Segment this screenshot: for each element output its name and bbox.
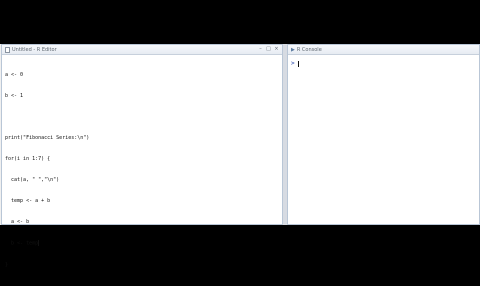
text-cursor: [38, 240, 40, 246]
code-line: b <- 1: [5, 93, 24, 99]
code-line: a <- b: [5, 219, 30, 225]
code-area[interactable]: a <- 0 b <- 1 print("Fibonacci Series:\n…: [2, 55, 282, 286]
console-title-bar[interactable]: ▶ R Console: [288, 45, 479, 55]
r-console-icon: ▶: [291, 46, 295, 53]
code-line: cat(a, " ","\n"): [5, 177, 60, 183]
editor-window-controls: – □ ×: [257, 46, 280, 53]
code-line: }: [5, 261, 9, 268]
code-line: print("Fibonacci Series:\n"): [5, 135, 90, 141]
code-line-with-cursor: b <- temp: [5, 240, 279, 248]
r-gui-workspace: Untitled - R Editor – □ × a <- 0 b <- 1 …: [0, 44, 480, 268]
r-editor-window[interactable]: Untitled - R Editor – □ × a <- 0 b <- 1 …: [1, 44, 283, 268]
maximize-button[interactable]: □: [265, 46, 272, 53]
code-line: temp <- a + b: [5, 198, 51, 204]
code-line: a <- 0: [5, 72, 24, 78]
minimize-button[interactable]: –: [257, 46, 264, 53]
close-button[interactable]: ×: [273, 46, 280, 53]
console-title: R Console: [296, 46, 322, 53]
editor-title-bar[interactable]: Untitled - R Editor – □ ×: [2, 45, 282, 55]
editor-title: Untitled - R Editor: [12, 46, 57, 53]
console-cursor: [297, 60, 299, 67]
code-line: for(i in 1:7) {: [5, 156, 51, 162]
console-input-line[interactable]: >: [288, 55, 479, 72]
code-line: b <- temp: [5, 240, 39, 247]
console-prompt: >: [291, 60, 295, 67]
r-console-window[interactable]: ▶ R Console >: [287, 44, 480, 225]
document-icon: [5, 46, 10, 53]
